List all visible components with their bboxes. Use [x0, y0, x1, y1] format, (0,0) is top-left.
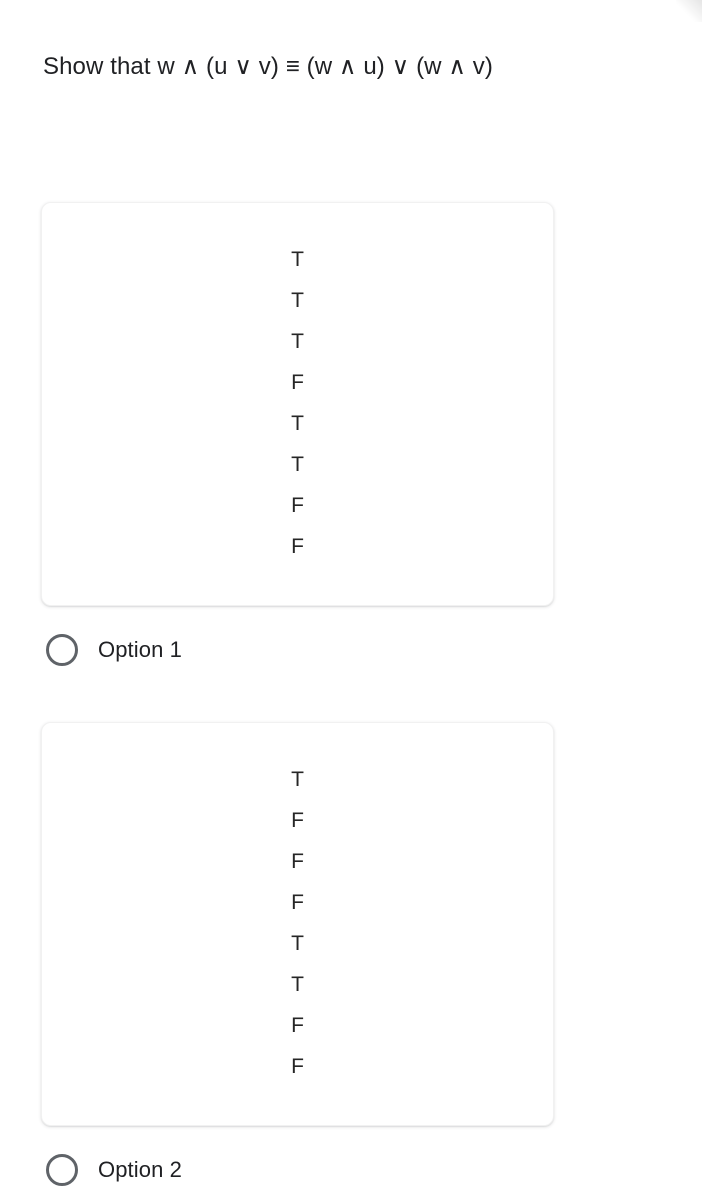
truth-value-cell: F: [291, 1055, 304, 1078]
truth-value-cell: T: [291, 768, 304, 791]
answer-choice-2: T F F F T T F F Option 2: [0, 722, 702, 1194]
option-row-2[interactable]: Option 2: [0, 1146, 702, 1194]
radio-button-option-1[interactable]: [46, 634, 78, 666]
truth-value-cell: F: [291, 535, 304, 558]
truth-value-column-2: T F F F T T F F: [42, 759, 553, 1087]
option-row-1[interactable]: Option 1: [0, 626, 702, 674]
truth-value-cell: F: [291, 891, 304, 914]
truth-value-column-1: T T T F T T F F: [42, 239, 553, 567]
truth-value-cell: T: [291, 412, 304, 435]
truth-table-card-2: T F F F T T F F: [41, 722, 554, 1126]
truth-value-cell: F: [291, 371, 304, 394]
truth-value-cell: T: [291, 289, 304, 312]
truth-value-cell: F: [291, 1014, 304, 1037]
truth-value-cell: T: [291, 330, 304, 353]
question-prompt: Show that w ∧ (u ∨ v) ≡ (w ∧ u) ∨ (w ∧ v…: [43, 53, 493, 80]
truth-value-cell: F: [291, 809, 304, 832]
option-label-1: Option 1: [98, 637, 182, 662]
truth-value-cell: F: [291, 494, 304, 517]
page-corner-shadow: [676, 0, 702, 22]
truth-value-cell: T: [291, 248, 304, 271]
radio-button-option-2[interactable]: [46, 1154, 78, 1186]
option-label-2: Option 2: [98, 1157, 182, 1182]
truth-value-cell: T: [291, 453, 304, 476]
truth-value-cell: T: [291, 973, 304, 996]
truth-value-cell: F: [291, 850, 304, 873]
truth-value-cell: T: [291, 932, 304, 955]
answer-choice-1: T T T F T T F F Option 1: [0, 202, 702, 674]
truth-table-card-1: T T T F T T F F: [41, 202, 554, 606]
